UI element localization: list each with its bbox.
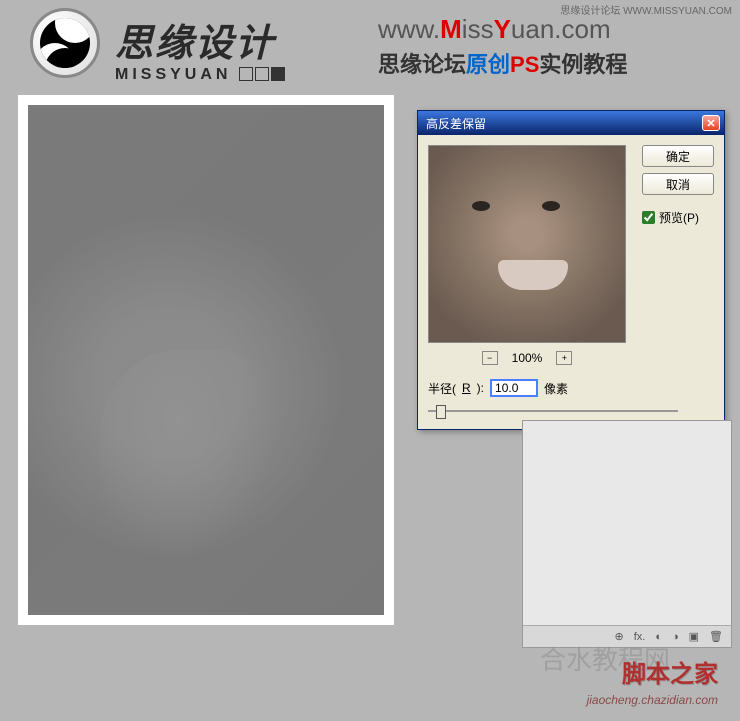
radius-unit: 像素: [544, 380, 568, 397]
url-iss: iss: [462, 14, 494, 44]
radius-label-post: ):: [477, 381, 484, 395]
preview-label: 预览(P): [659, 209, 699, 226]
brand-english: MISSYUAN: [115, 66, 231, 84]
url-prefix: www.: [378, 14, 440, 44]
dialog-body: 确定 取消 预览(P) − 100% + 半径( R): 像素: [418, 135, 724, 429]
trash-icon[interactable]: 🗑: [709, 630, 723, 643]
figure-outline: [99, 350, 295, 580]
url-m: M: [440, 14, 462, 44]
zoom-in-button[interactable]: +: [556, 351, 572, 365]
brand-squares-icon: [239, 67, 287, 86]
url-y: Y: [494, 14, 511, 44]
brand-chinese: 思缘设计: [115, 12, 287, 67]
adjustment-icon[interactable]: ◑: [672, 631, 679, 643]
dialog-titlebar[interactable]: 高反差保留 ✕: [418, 111, 724, 135]
ok-button[interactable]: 确定: [642, 145, 714, 167]
tagline-p4: 实例教程: [539, 52, 627, 77]
tagline-p2: 原创: [466, 52, 510, 77]
cancel-button[interactable]: 取消: [642, 173, 714, 195]
filter-preview[interactable]: [428, 145, 626, 343]
radius-input[interactable]: [490, 379, 538, 397]
watermark-url: jiaocheng.chazidian.com: [587, 693, 718, 707]
preview-checkbox[interactable]: [642, 211, 655, 224]
layers-panel[interactable]: ⊕ fx. ◐ ◑ ▣ 🗑: [522, 420, 732, 648]
zoom-value: 100%: [512, 351, 543, 365]
radius-label-u: R: [462, 381, 471, 395]
header: 思缘设计 MISSYUAN www.MissYuan.com 思缘论坛原创PS实…: [0, 0, 740, 82]
watermark-main: 脚本之家: [622, 654, 718, 689]
canvas-image: [28, 105, 384, 615]
brand-block: 思缘设计 MISSYUAN: [115, 12, 287, 86]
zoom-out-button[interactable]: −: [482, 351, 498, 365]
slider-track: [428, 410, 678, 412]
dialog-title-text: 高反差保留: [426, 115, 702, 132]
preview-face-image: [429, 146, 625, 342]
radius-label-pre: 半径(: [428, 380, 456, 397]
tagline: 思缘论坛原创PS实例教程: [378, 47, 627, 79]
close-button[interactable]: ✕: [702, 115, 720, 131]
document-canvas[interactable]: [18, 95, 394, 625]
url-uan: uan.com: [511, 14, 611, 44]
preview-checkbox-row[interactable]: 预览(P): [642, 209, 714, 226]
radius-slider[interactable]: [428, 403, 678, 419]
tagline-p3: PS: [510, 52, 539, 77]
site-url: www.MissYuan.com: [378, 14, 627, 45]
tagline-p1: 思缘论坛: [378, 52, 466, 77]
logo-swirl-icon: [40, 18, 90, 68]
radius-row: 半径( R): 像素: [428, 379, 714, 397]
slider-thumb[interactable]: [436, 405, 446, 419]
logo: [30, 8, 100, 78]
high-pass-dialog: 高反差保留 ✕ 确定 取消 预览(P) − 100% + 半径( R): 像素: [417, 110, 725, 430]
zoom-row: − 100% +: [428, 351, 626, 365]
url-block: www.MissYuan.com 思缘论坛原创PS实例教程: [378, 14, 627, 79]
new-layer-icon[interactable]: ▣: [689, 630, 699, 643]
dialog-buttons: 确定 取消 预览(P): [642, 145, 714, 226]
